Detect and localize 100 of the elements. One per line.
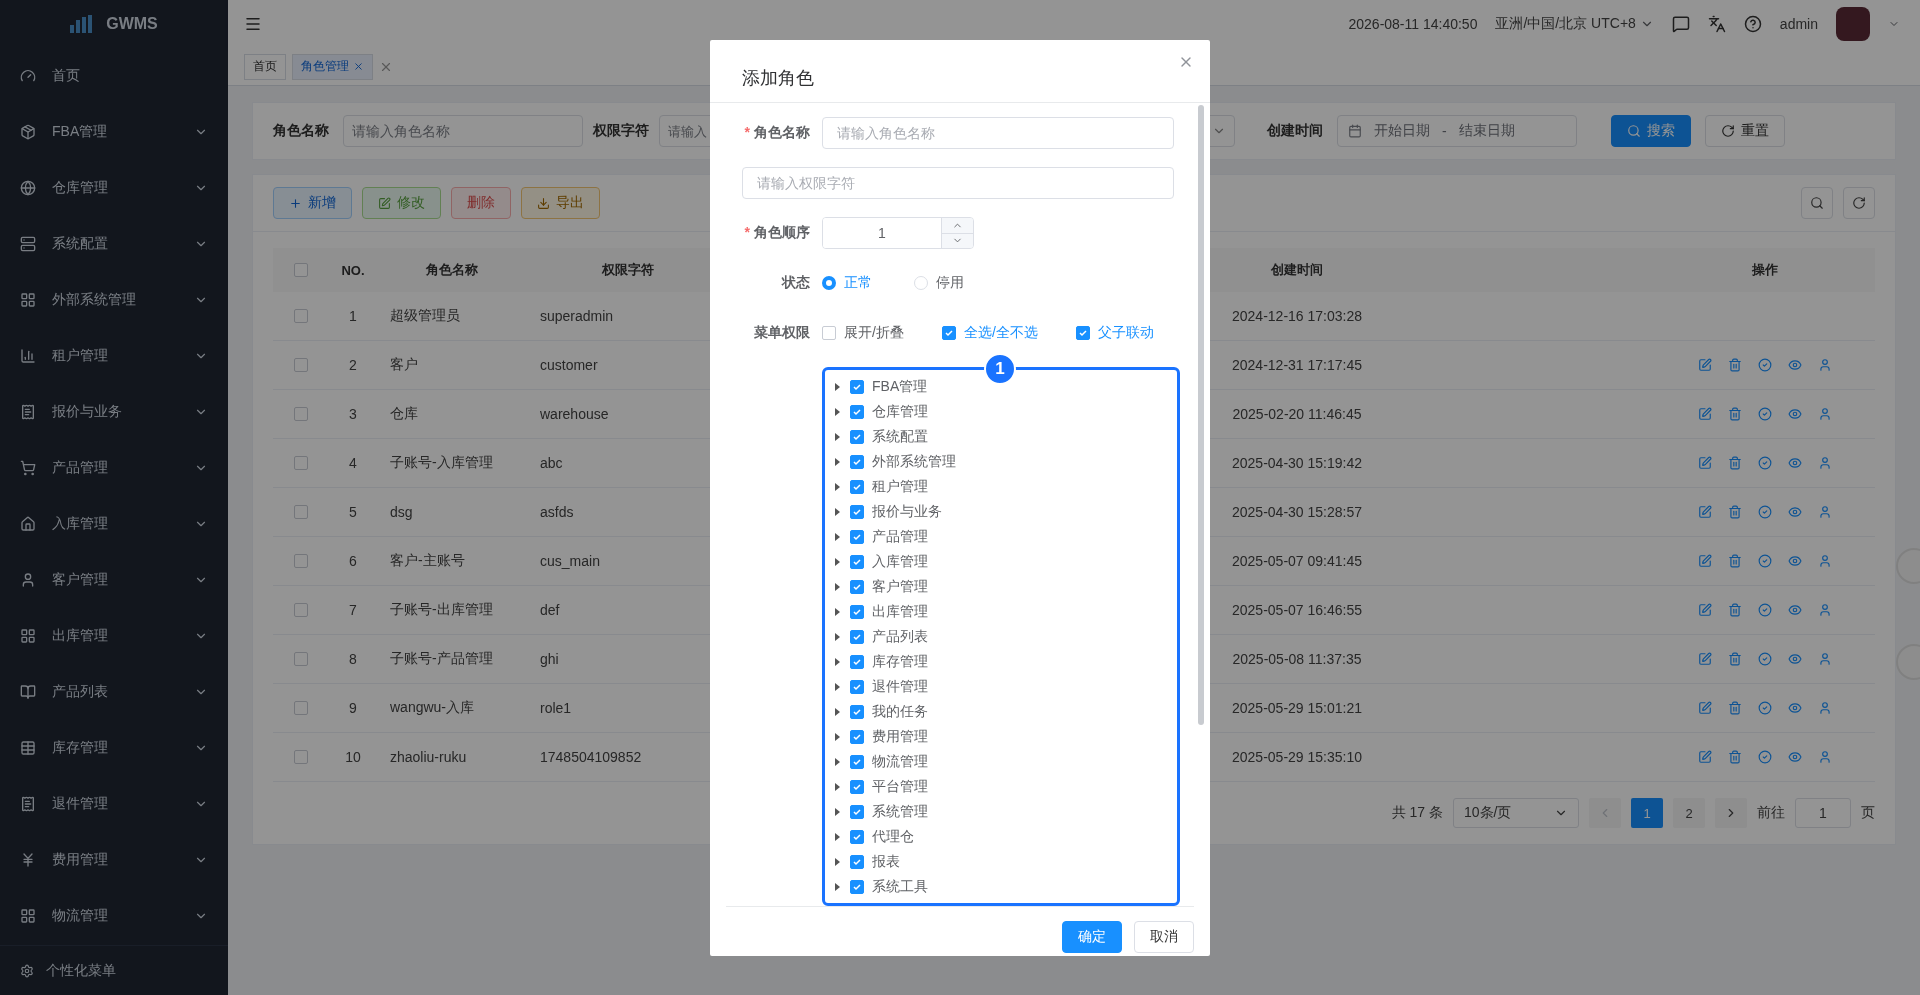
checkbox[interactable] bbox=[294, 554, 308, 568]
checkbox[interactable] bbox=[294, 263, 308, 277]
sidebar-item[interactable]: 首页 bbox=[0, 48, 228, 104]
radio-option[interactable]: 正常 bbox=[822, 274, 872, 292]
checkbox[interactable] bbox=[850, 629, 864, 644]
tree-item-label[interactable]: 报价与业务 bbox=[872, 502, 942, 521]
tree-item-label[interactable]: 出库管理 bbox=[872, 602, 928, 621]
tree-item-label[interactable]: 系统工具 bbox=[872, 877, 928, 896]
user-icon[interactable] bbox=[1818, 652, 1832, 666]
trash-icon[interactable] bbox=[1728, 603, 1742, 617]
input-field[interactable]: 请输入角色名称 bbox=[343, 115, 583, 147]
edit-icon[interactable] bbox=[1698, 750, 1712, 764]
user-icon[interactable] bbox=[1818, 701, 1832, 715]
radio-option[interactable]: 停用 bbox=[914, 274, 964, 292]
search-button[interactable] bbox=[1801, 187, 1833, 219]
checkbox[interactable] bbox=[850, 854, 864, 869]
caret-icon[interactable] bbox=[835, 607, 840, 616]
sidebar-item[interactable]: 出库管理 bbox=[0, 608, 228, 664]
input-field[interactable]: 请输入角色名称 bbox=[822, 117, 1174, 149]
checkbox[interactable] bbox=[850, 379, 864, 394]
add-button[interactable]: 新增 bbox=[273, 187, 352, 219]
sidebar-footer-item[interactable]: 个性化菜单 bbox=[0, 945, 228, 995]
caret-icon[interactable] bbox=[835, 682, 840, 691]
tree-item-label[interactable]: 费用管理 bbox=[872, 727, 928, 746]
caret-icon[interactable] bbox=[835, 482, 840, 491]
tree-item-label[interactable]: 报表 bbox=[872, 852, 900, 871]
checkbox[interactable] bbox=[941, 326, 956, 340]
sidebar-item[interactable]: 入库管理 bbox=[0, 496, 228, 552]
caret-icon[interactable] bbox=[835, 757, 840, 766]
checkbox[interactable] bbox=[294, 358, 308, 372]
checkbox[interactable] bbox=[850, 604, 864, 619]
checkbox[interactable] bbox=[294, 652, 308, 666]
sidebar-item[interactable]: 产品列表 bbox=[0, 664, 228, 720]
check-circle-icon[interactable] bbox=[1758, 750, 1772, 764]
tree-item-label[interactable]: 租户管理 bbox=[872, 477, 928, 496]
reset-button[interactable]: 重置 bbox=[1705, 115, 1785, 147]
sidebar-item[interactable]: 外部系统管理 bbox=[0, 272, 228, 328]
menu-icon[interactable] bbox=[244, 15, 262, 33]
tree-item-label[interactable]: 产品管理 bbox=[872, 527, 928, 546]
tree-item-label[interactable]: FBA管理 bbox=[872, 377, 928, 396]
checkbox[interactable] bbox=[850, 654, 864, 669]
caret-icon[interactable] bbox=[835, 532, 840, 541]
checkbox[interactable] bbox=[850, 554, 864, 569]
eye-icon[interactable] bbox=[1788, 603, 1802, 617]
trash-icon[interactable] bbox=[1728, 750, 1742, 764]
sidebar-item[interactable]: 报价与业务 bbox=[0, 384, 228, 440]
edit-icon[interactable] bbox=[1698, 652, 1712, 666]
caret-icon[interactable] bbox=[835, 407, 840, 416]
checkbox[interactable] bbox=[850, 504, 864, 519]
caret-icon[interactable] bbox=[835, 657, 840, 666]
sidebar-item[interactable]: 系统配置 bbox=[0, 216, 228, 272]
tree-item-label[interactable]: 代理仓 bbox=[872, 827, 914, 846]
sidebar-item[interactable]: 库存管理 bbox=[0, 720, 228, 776]
checkbox-option[interactable]: 全选/全不选 bbox=[941, 324, 1038, 342]
tree-item-label[interactable]: 产品列表 bbox=[872, 627, 928, 646]
user-icon[interactable] bbox=[1818, 505, 1832, 519]
check-circle-icon[interactable] bbox=[1758, 505, 1772, 519]
checkbox[interactable] bbox=[294, 407, 308, 421]
checkbox[interactable] bbox=[850, 704, 864, 719]
checkbox[interactable] bbox=[850, 429, 864, 444]
edit-icon[interactable] bbox=[1698, 701, 1712, 715]
eye-icon[interactable] bbox=[1788, 652, 1802, 666]
tree-item-label[interactable]: 平台管理 bbox=[872, 777, 928, 796]
tree-item-label[interactable]: 退件管理 bbox=[872, 677, 928, 696]
trash-icon[interactable] bbox=[1728, 358, 1742, 372]
checkbox[interactable] bbox=[850, 679, 864, 694]
trash-icon[interactable] bbox=[1728, 701, 1742, 715]
checkbox[interactable] bbox=[294, 505, 308, 519]
caret-icon[interactable] bbox=[835, 582, 840, 591]
check-circle-icon[interactable] bbox=[1758, 554, 1772, 568]
check-circle-icon[interactable] bbox=[1758, 456, 1772, 470]
search-button[interactable]: 搜索 bbox=[1611, 115, 1691, 147]
tree-item-label[interactable]: 仓库管理 bbox=[872, 402, 928, 421]
page-input[interactable]: 1 bbox=[1795, 798, 1851, 828]
checkbox[interactable] bbox=[822, 326, 836, 340]
cancel-button[interactable]: 取消 bbox=[1134, 921, 1194, 953]
trash-icon[interactable] bbox=[1728, 407, 1742, 421]
caret-icon[interactable] bbox=[835, 632, 840, 641]
translate-icon[interactable] bbox=[1707, 15, 1726, 33]
radio-dot[interactable] bbox=[822, 276, 836, 290]
sidebar-item[interactable]: 客户管理 bbox=[0, 552, 228, 608]
eye-icon[interactable] bbox=[1788, 505, 1802, 519]
checkbox[interactable] bbox=[850, 779, 864, 794]
tab[interactable]: 角色管理 bbox=[292, 53, 373, 80]
user-icon[interactable] bbox=[1818, 407, 1832, 421]
edit-icon[interactable] bbox=[1698, 456, 1712, 470]
checkbox[interactable] bbox=[850, 804, 864, 819]
sidebar-item[interactable]: 仓库管理 bbox=[0, 160, 228, 216]
checkbox[interactable] bbox=[850, 579, 864, 594]
caret-icon[interactable] bbox=[835, 832, 840, 841]
trash-icon[interactable] bbox=[1728, 505, 1742, 519]
caret-icon[interactable] bbox=[835, 807, 840, 816]
tree-item-label[interactable]: 入库管理 bbox=[872, 552, 928, 571]
timezone-select[interactable]: 亚洲/中国/北京 UTC+8 bbox=[1495, 15, 1654, 33]
checkbox[interactable] bbox=[294, 309, 308, 323]
caret-icon[interactable] bbox=[835, 557, 840, 566]
caret-icon[interactable] bbox=[835, 707, 840, 716]
trash-icon[interactable] bbox=[1728, 456, 1742, 470]
caret-icon[interactable] bbox=[835, 432, 840, 441]
checkbox[interactable] bbox=[850, 754, 864, 769]
